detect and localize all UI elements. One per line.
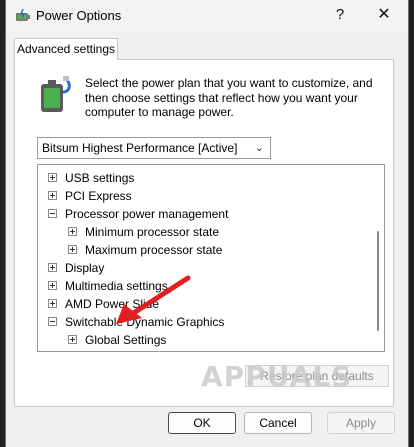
title-bar: Power Options ? ✕ [6,0,408,32]
tree-item-display[interactable]: Display [48,259,104,277]
settings-tree[interactable]: USB settings PCI Express Processor power… [37,164,385,352]
power-plan-select[interactable]: Bitsum Highest Performance [Active] ⌄ [37,137,271,159]
tree-scrollbar-thumb[interactable] [377,231,379,331]
annotation-arrow-icon [116,275,191,324]
expand-plus-icon[interactable] [68,335,77,345]
expand-plus-icon[interactable] [48,299,57,309]
tree-item-minimum-processor-state[interactable]: Minimum processor state [68,223,219,241]
tab-advanced-settings[interactable]: Advanced settings [14,38,118,60]
background-right [408,0,414,447]
window-title: Power Options [36,8,122,23]
tree-item-pci-express[interactable]: PCI Express [48,187,132,205]
tree-scrollbar[interactable] [372,165,384,351]
help-button[interactable]: ? [326,4,354,26]
expand-plus-icon[interactable] [48,281,57,291]
chevron-down-icon: ⌄ [254,142,264,154]
expand-plus-icon[interactable] [68,227,77,237]
tree-item-usb-settings[interactable]: USB settings [48,169,134,187]
power-options-dialog: Power Options ? ✕ Advanced settings Sele… [6,0,408,447]
apply-button[interactable]: Apply [327,412,395,434]
expand-plus-icon[interactable] [48,173,57,183]
tree-item-maximum-processor-state[interactable]: Maximum processor state [68,241,222,259]
expand-plus-icon[interactable] [48,263,57,273]
appuals-watermark: APPUALS [201,360,353,393]
power-plan-select-value: Bitsum Highest Performance [Active] [42,141,238,155]
expand-plus-icon[interactable] [48,191,57,201]
expand-plus-icon[interactable] [68,245,77,255]
tree-item-processor-power-management[interactable]: Processor power management [48,205,228,223]
cancel-button[interactable]: Cancel [244,412,312,434]
power-options-icon [16,8,30,21]
advanced-settings-panel: Select the power plan that you want to c… [14,59,394,407]
battery-plug-icon [41,76,71,112]
collapse-minus-icon[interactable] [48,317,57,327]
panel-description: Select the power plan that you want to c… [85,76,373,119]
ok-button[interactable]: OK [168,412,236,434]
collapse-minus-icon[interactable] [48,209,57,219]
tree-item-global-settings[interactable]: Global Settings [68,331,166,349]
close-button[interactable]: ✕ [370,4,398,26]
